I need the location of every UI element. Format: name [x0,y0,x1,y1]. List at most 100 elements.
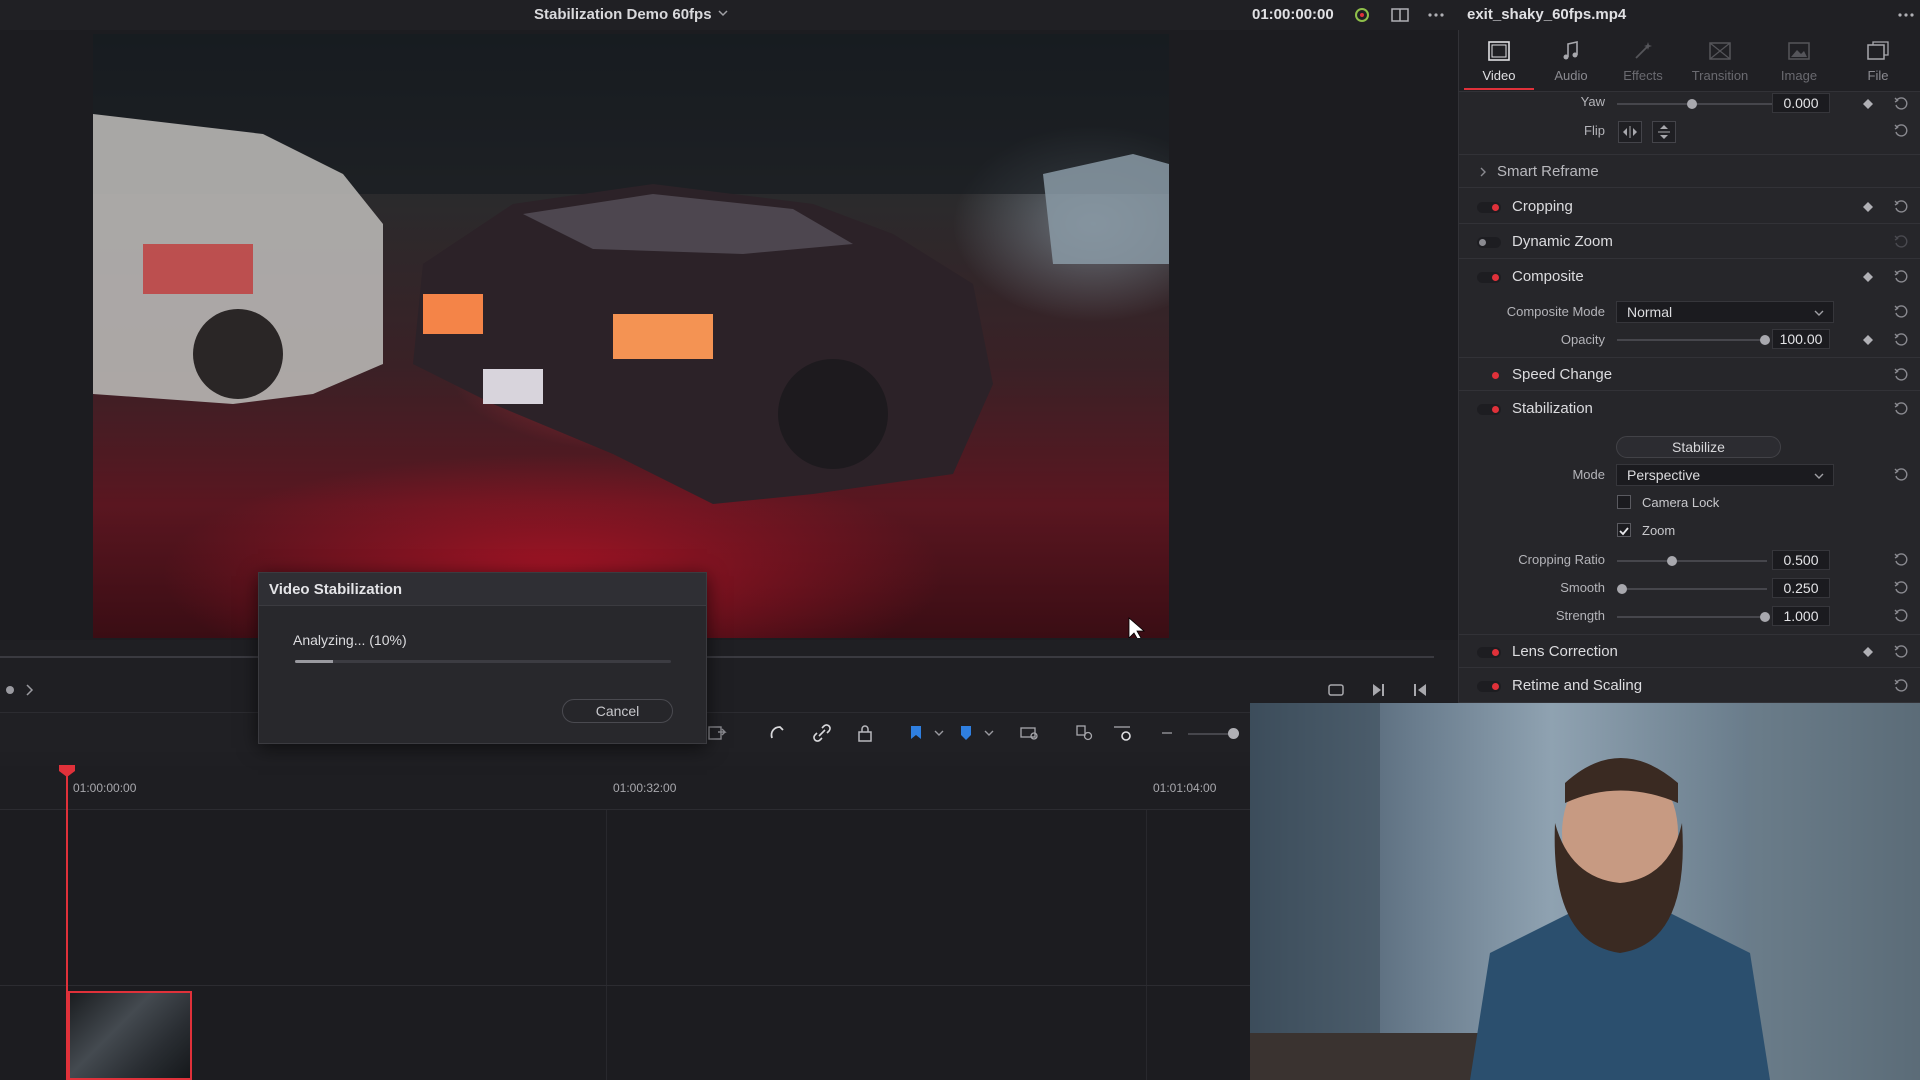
viewer-scrubber[interactable] [0,656,1434,658]
yaw-value[interactable]: 0.000 [1772,93,1830,113]
camera-lock-checkbox[interactable] [1617,495,1631,509]
more-options-icon[interactable] [1426,5,1446,25]
cancel-button[interactable]: Cancel [562,699,673,723]
smooth-value[interactable]: 0.250 [1772,578,1830,598]
zoom-detail-icon[interactable] [1074,722,1096,744]
tab-video[interactable]: Video [1464,30,1534,90]
opacity-value[interactable]: 100.00 [1772,329,1830,349]
tab-transition[interactable]: Transition [1685,30,1755,90]
reset-icon[interactable] [1893,332,1909,348]
zoom-full-icon[interactable] [1019,722,1041,744]
zoom-label: Zoom [1642,523,1676,538]
section-cropping[interactable]: Cropping [1459,190,1920,224]
enable-toggle[interactable] [1477,681,1501,692]
strength-slider[interactable] [1617,616,1767,618]
stabilization-mode-value: Perspective [1627,467,1701,483]
tab-file[interactable]: File [1843,30,1913,90]
strength-value[interactable]: 1.000 [1772,606,1830,626]
cropping-ratio-value[interactable]: 0.500 [1772,550,1830,570]
viewer-frame[interactable] [93,34,1169,638]
file-icon [1867,41,1889,60]
keyframe-diamond-icon[interactable] [1863,272,1873,282]
chevron-down-icon[interactable] [716,6,730,20]
zoom-custom-icon[interactable] [1112,722,1134,744]
opacity-slider[interactable] [1617,339,1767,341]
section-lens-correction[interactable]: Lens Correction [1459,634,1920,668]
tab-effects[interactable]: Effects [1608,30,1678,90]
stabilize-button[interactable]: Stabilize [1616,436,1781,458]
strength-slider-knob[interactable] [1760,612,1770,622]
lock-icon[interactable] [854,722,876,744]
playhead-handle-icon[interactable] [59,765,75,777]
reset-icon[interactable] [1893,304,1909,320]
section-retime-scaling[interactable]: Retime and Scaling [1459,669,1920,703]
composite-mode-dropdown[interactable]: Normal [1616,301,1834,323]
enable-toggle[interactable] [1477,647,1501,658]
snapping-icon[interactable] [766,722,788,744]
section-speed-change[interactable]: Speed Change [1459,357,1920,391]
zoom-out-icon[interactable] [1156,722,1178,744]
stabilization-mode-dropdown[interactable]: Perspective [1616,464,1834,486]
flag-icon[interactable] [905,722,927,744]
reset-icon[interactable] [1893,123,1909,139]
smooth-slider[interactable] [1617,588,1767,590]
color-wheel-icon[interactable] [1352,5,1372,25]
reset-icon[interactable] [1893,269,1909,285]
reset-icon[interactable] [1893,608,1909,624]
link-icon[interactable] [811,722,833,744]
cropping-ratio-slider[interactable] [1617,560,1767,562]
enable-toggle[interactable] [1477,272,1501,283]
keyframe-diamond-icon[interactable] [1863,335,1873,345]
next-frame-icon[interactable] [1368,680,1388,700]
playhead[interactable] [66,766,68,1080]
reset-icon[interactable] [1893,644,1909,660]
section-smart-reframe[interactable]: Smart Reframe [1459,154,1920,188]
chevron-down-icon [1814,310,1824,316]
chevron-down-icon[interactable] [928,722,950,744]
smooth-slider-knob[interactable] [1617,584,1627,594]
tab-image[interactable]: Image [1764,30,1834,90]
chevron-right-icon[interactable] [20,680,40,700]
enable-toggle[interactable] [1477,370,1501,381]
project-title[interactable]: Stabilization Demo 60fps [534,6,712,23]
reset-icon[interactable] [1893,467,1909,483]
section-composite[interactable]: Composite [1459,260,1920,294]
enable-toggle[interactable] [1477,404,1501,415]
reset-icon[interactable] [1893,96,1909,112]
keyframe-diamond-icon[interactable] [1863,99,1873,109]
go-to-start-icon[interactable] [1410,680,1430,700]
keyframe-diamond-icon[interactable] [1863,202,1873,212]
reset-icon[interactable] [1893,580,1909,596]
flip-horizontal-button[interactable] [1618,121,1642,143]
enable-toggle[interactable] [1477,202,1501,213]
timeline-clip[interactable] [68,991,192,1080]
flip-vertical-button[interactable] [1652,121,1676,143]
cropping-ratio-slider-knob[interactable] [1667,556,1677,566]
reset-icon[interactable] [1893,367,1909,383]
yaw-slider-knob[interactable] [1687,99,1697,109]
section-dynamic-zoom[interactable]: Dynamic Zoom [1459,225,1920,259]
chevron-down-icon[interactable] [978,722,1000,744]
zoom-checkbox[interactable] [1617,523,1631,537]
enable-toggle[interactable] [1477,237,1501,248]
reset-icon[interactable] [1893,552,1909,568]
inspector-more-icon[interactable] [1896,5,1916,25]
replace-clip-icon[interactable] [706,722,728,744]
flip-vertical-icon [1658,125,1670,139]
reset-icon[interactable] [1893,401,1909,417]
reset-icon[interactable] [1893,234,1909,250]
keyframe-diamond-icon[interactable] [1863,647,1873,657]
section-stabilization[interactable]: Stabilization [1459,392,1920,426]
tab-audio[interactable]: Audio [1536,30,1606,90]
split-view-icon[interactable] [1390,5,1410,25]
chevron-right-icon [1480,167,1486,177]
chevron-down-icon [1814,473,1824,479]
opacity-slider-knob[interactable] [1760,335,1770,345]
smooth-label: Smooth [1560,580,1605,595]
timeline-zoom-knob[interactable] [1228,728,1239,739]
marker-icon[interactable] [955,722,977,744]
loop-icon[interactable] [1326,680,1346,700]
timeline-ruler[interactable]: 01:00:00:00 01:00:32:00 01:01:04:00 [0,766,1250,810]
reset-icon[interactable] [1893,199,1909,215]
reset-icon[interactable] [1893,678,1909,694]
